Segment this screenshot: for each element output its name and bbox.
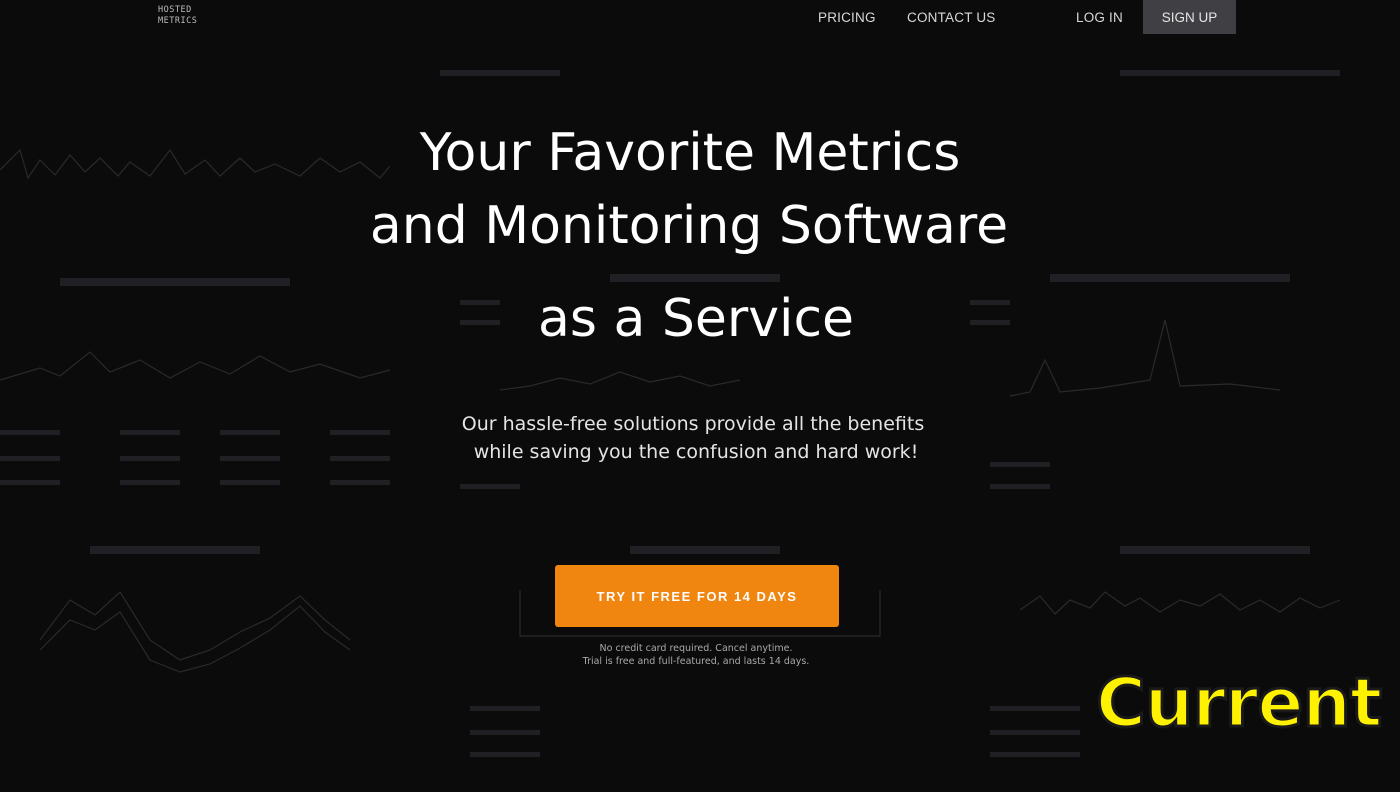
current-stamp-label: Current xyxy=(1094,663,1383,745)
signup-button[interactable]: SIGN UP xyxy=(1143,0,1236,34)
fine-print-line-1: No credit card required. Cancel anytime. xyxy=(599,643,793,654)
nav-link-login[interactable]: LOG IN xyxy=(1076,0,1123,34)
logo[interactable]: HOSTED METRICS xyxy=(158,5,234,31)
logo-line-2: METRICS xyxy=(158,16,198,26)
nav-link-pricing[interactable]: PRICING xyxy=(818,0,876,34)
try-free-button[interactable]: TRY IT FREE FOR 14 DAYS xyxy=(555,565,839,627)
logo-line-1: HOSTED xyxy=(158,5,192,15)
hero-subtitle-line-1: Our hassle-free solutions provide all th… xyxy=(461,413,925,435)
hero-title-line-2: and Monitoring Software xyxy=(369,196,1009,256)
hero-title-line-3: as a Service xyxy=(537,289,855,349)
nav-link-contact[interactable]: CONTACT US xyxy=(907,0,996,34)
hero-title-line-1: Your Favorite Metrics xyxy=(419,123,961,183)
hero-subtitle-line-2: while saving you the confusion and hard … xyxy=(473,441,919,463)
